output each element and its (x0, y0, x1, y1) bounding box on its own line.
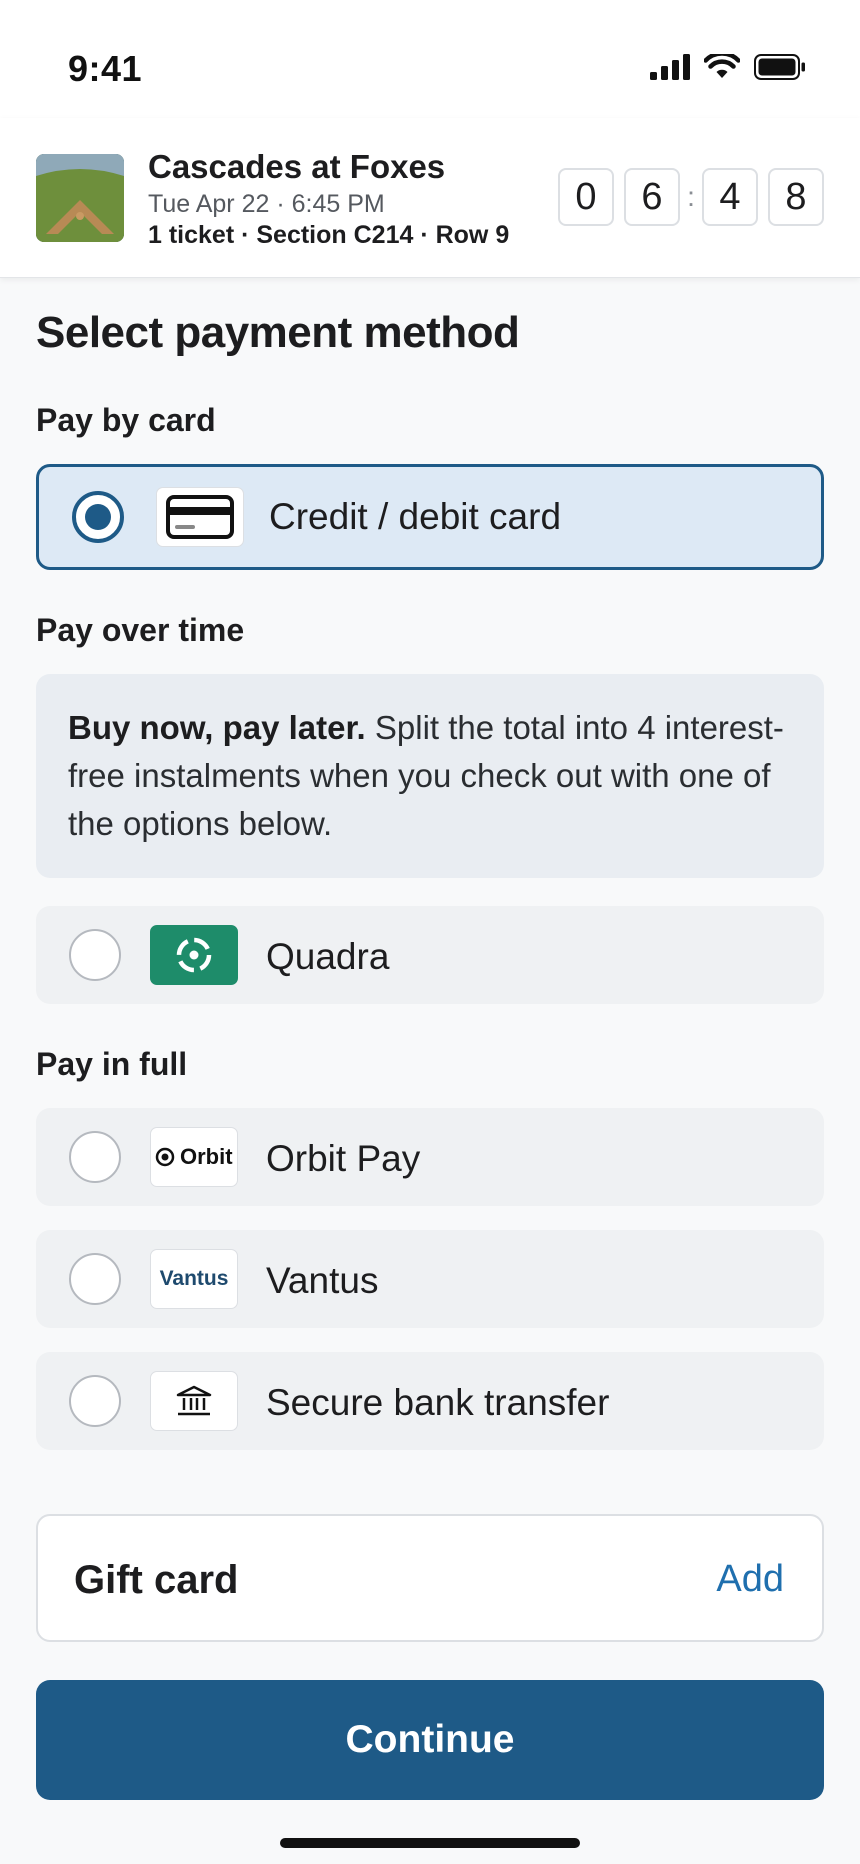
home-indicator (280, 1838, 580, 1848)
stadium-thumbnail (36, 154, 124, 242)
timer-digit: 6 (624, 168, 680, 226)
radio-button[interactable] (69, 929, 121, 981)
payment-option-credit-card[interactable]: Credit / debit card (36, 464, 824, 570)
vantus-logo-icon: Vantus (150, 1249, 238, 1309)
battery-icon (754, 54, 805, 80)
vantus-logo-text: Vantus (159, 1267, 229, 1290)
radio-button[interactable] (72, 491, 124, 543)
status-icons (650, 54, 806, 80)
event-header: Cascades at Foxes Tue Apr 22 · 6:45 PM 1… (0, 118, 860, 278)
status-time: 9:41 (68, 48, 143, 89)
payment-option-label: Secure bank transfer (266, 1382, 610, 1423)
radio-button[interactable] (69, 1375, 121, 1427)
countdown-timer: 0 6 : 4 8 (558, 168, 824, 226)
orbit-logo-icon: Orbit (150, 1127, 238, 1187)
signal-icon (650, 54, 690, 80)
payment-option-label: Orbit Pay (266, 1138, 421, 1179)
event-seat-info: 1 ticket · Section C214 · Row 9 (148, 221, 510, 249)
radio-button[interactable] (69, 1131, 121, 1183)
page-title: Select payment method (36, 308, 520, 357)
section-label-pay-over-time: Pay over time (36, 612, 245, 648)
bank-icon (150, 1371, 238, 1431)
quadra-logo-icon (150, 925, 238, 985)
gift-card-row: Gift card Add (36, 1514, 824, 1642)
payment-option-bank-transfer[interactable]: Secure bank transfer (36, 1352, 824, 1450)
timer-digit: 0 (558, 168, 614, 226)
orbit-logo-text: Orbit (180, 1144, 233, 1169)
wifi-icon (704, 54, 740, 78)
bnpl-info-box: Buy now, pay later. Split the total into… (36, 674, 824, 878)
timer-digit: 8 (768, 168, 824, 226)
section-label-pay-by-card: Pay by card (36, 402, 216, 438)
payment-option-label: Vantus (266, 1260, 379, 1301)
credit-card-icon (156, 487, 244, 547)
gift-card-label: Gift card (74, 1558, 239, 1602)
payment-option-quadra[interactable]: Quadra (36, 906, 824, 1004)
payment-option-orbit-pay[interactable]: Orbit Orbit Pay (36, 1108, 824, 1206)
gift-card-add-link[interactable]: Add (716, 1558, 784, 1601)
event-date: Tue Apr 22 · 6:45 PM (148, 190, 385, 218)
radio-button[interactable] (69, 1253, 121, 1305)
status-bar: 9:41 (0, 0, 860, 118)
continue-button[interactable]: Continue (36, 1680, 824, 1800)
payment-option-label: Quadra (266, 936, 390, 977)
payment-option-vantus[interactable]: Vantus Vantus (36, 1230, 824, 1328)
payment-option-label: Credit / debit card (269, 496, 562, 537)
timer-separator: : (687, 181, 695, 212)
timer-digit: 4 (702, 168, 758, 226)
bnpl-info-heading: Buy now, pay later. (68, 709, 366, 746)
event-title: Cascades at Foxes (148, 148, 446, 185)
section-label-pay-in-full: Pay in full (36, 1046, 188, 1082)
